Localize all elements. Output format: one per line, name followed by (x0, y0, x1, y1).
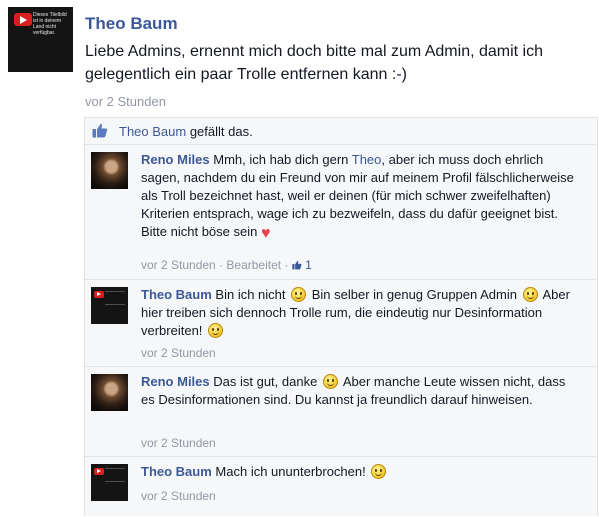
comment-author[interactable]: Reno Miles (141, 152, 210, 167)
smiley-icon (291, 287, 307, 302)
comment-timestamp[interactable]: vor 2 Stunden (141, 346, 216, 360)
comment-item: Theo Baum Mach ich ununterbrochen! vor 2… (85, 456, 597, 517)
post-author-name[interactable]: Theo Baum (85, 14, 178, 34)
avatar-text: Dieses Titelbild ist in deinem Land nich… (33, 12, 67, 36)
smiley-icon (208, 323, 224, 338)
like-count-icon (292, 260, 302, 270)
heart-icon: ♥ (260, 225, 271, 242)
comment-meta: vor 2 Stunden (141, 489, 216, 503)
comment-timestamp[interactable]: vor 2 Stunden (141, 436, 216, 450)
comment-meta: vor 2 Stunden (141, 346, 216, 360)
avatar[interactable] (91, 152, 128, 189)
comment-meta: vor 2 Stunden (141, 436, 216, 450)
blocked-video-icon (94, 468, 104, 475)
comment-body: Theo Baum Mach ich ununterbrochen! (141, 463, 581, 481)
likes-text: Theo Baum gefällt das. (119, 124, 253, 139)
blocked-video-icon (14, 13, 32, 26)
comment-timestamp[interactable]: vor 2 Stunden (141, 258, 216, 272)
comment-body: Reno Miles Mmh, ich hab dich gern Theo, … (141, 152, 574, 242)
avatar[interactable] (91, 287, 128, 324)
smiley-icon (522, 287, 538, 302)
post-timestamp[interactable]: vor 2 Stunden (85, 94, 166, 109)
comments-section: Theo Baum gefällt das. Reno Miles Mmh, i… (84, 117, 598, 516)
smiley-icon (371, 464, 387, 479)
like-count[interactable]: 1 (305, 258, 312, 272)
liker-link[interactable]: Theo Baum (119, 124, 186, 139)
edited-label[interactable]: Bearbeitet (226, 258, 281, 272)
comment-item: Reno Miles Das ist gut, danke Aber manch… (85, 366, 597, 457)
blocked-video-icon (94, 291, 104, 298)
comment-author[interactable]: Theo Baum (141, 464, 212, 479)
comment-author[interactable]: Reno Miles (141, 374, 210, 389)
comment-item: Theo Baum Bin ich nicht Bin selber in ge… (85, 279, 597, 367)
post-text: Liebe Admins, ernennt mich doch bitte ma… (85, 43, 543, 83)
smiley-icon (322, 374, 338, 389)
comment-item: Reno Miles Mmh, ich hab dich gern Theo, … (85, 144, 597, 280)
comment-meta: vor 2 Stunden · Bearbeitet · 1 (141, 258, 312, 272)
likes-summary: Theo Baum gefällt das. (85, 118, 597, 144)
post-author-avatar[interactable]: Dieses Titelbild ist in deinem Land nich… (8, 7, 73, 72)
comment-author[interactable]: Theo Baum (141, 287, 212, 302)
avatar[interactable] (91, 374, 128, 411)
thumbs-up-icon (92, 123, 108, 138)
avatar[interactable] (91, 464, 128, 501)
comment-body: Theo Baum Bin ich nicht Bin selber in ge… (141, 287, 570, 338)
mention-link[interactable]: Theo (352, 152, 382, 167)
comment-body: Reno Miles Das ist gut, danke Aber manch… (141, 374, 566, 407)
comment-timestamp[interactable]: vor 2 Stunden (141, 489, 216, 503)
